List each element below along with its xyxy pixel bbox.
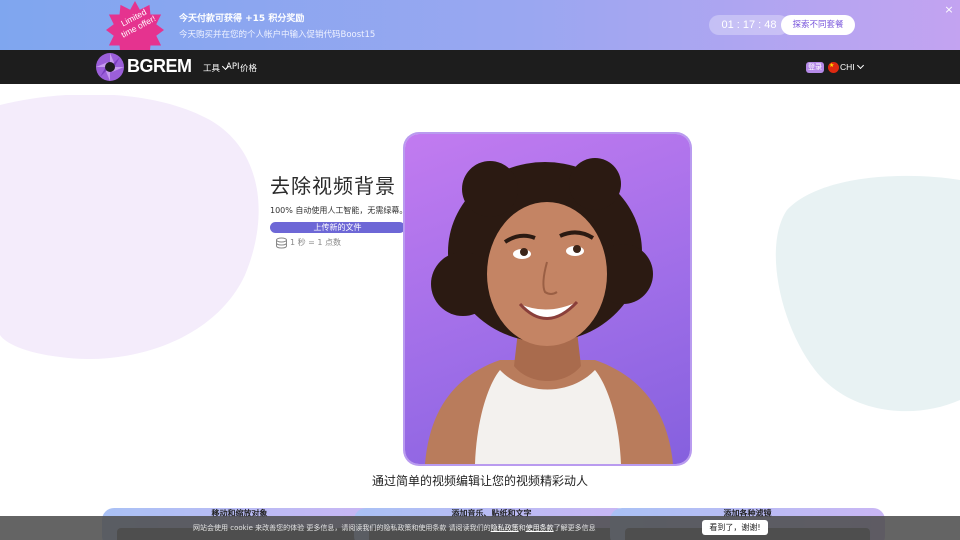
promo-subtitle: 今天购买并在您的个人帐户中输入促销代码Boost15 bbox=[179, 30, 376, 40]
upload-file-button[interactable]: 上传新的文件 bbox=[270, 222, 405, 233]
close-icon[interactable]: × bbox=[942, 3, 956, 17]
logo-text[interactable]: BGREM bbox=[127, 56, 192, 77]
nav-tools-menu[interactable]: 工具 bbox=[203, 62, 230, 74]
cookie-consent-text: 网站会使用 cookie 来改善您的体验 更多信息，请阅读我们的隐私政策和使用条… bbox=[193, 524, 596, 532]
nav-pricing-link[interactable]: 价格 bbox=[240, 62, 257, 74]
language-label: CHI bbox=[840, 62, 855, 72]
credits-info: 1 秒 = 1 点数 bbox=[290, 238, 342, 247]
page-title: 去除视频背景 bbox=[270, 174, 396, 198]
nav-api-link[interactable]: API bbox=[226, 62, 239, 72]
promo-title: 今天付款可获得 +15 积分奖励 bbox=[179, 14, 305, 24]
aperture-logo-icon[interactable] bbox=[95, 52, 125, 82]
nav-tools-label: 工具 bbox=[203, 64, 221, 74]
login-button[interactable]: 登录 bbox=[806, 62, 824, 73]
cookie-accept-button[interactable]: 看到了，谢谢! bbox=[702, 520, 768, 535]
chevron-down-icon bbox=[856, 61, 864, 70]
section-headline: 通过简单的视频编辑让您的视频精彩动人 bbox=[371, 474, 588, 488]
terms-of-use-link[interactable]: 使用条款 bbox=[526, 524, 554, 532]
sample-video-preview[interactable] bbox=[405, 134, 690, 464]
coins-icon bbox=[276, 237, 287, 249]
privacy-policy-link[interactable]: 隐私政策 bbox=[491, 524, 519, 532]
language-selector[interactable]: CHI bbox=[840, 61, 864, 72]
right-decorative-blob bbox=[775, 175, 960, 412]
smiling-woman-image bbox=[425, 158, 673, 464]
promo-banner: Limited time offer! 今天付款可获得 +15 积分奖励 今天购… bbox=[0, 0, 960, 59]
cookie-consent-bar: 网站会使用 cookie 来改善您的体验 更多信息，请阅读我们的隐私政策和使用条… bbox=[0, 516, 960, 540]
explore-plans-button[interactable]: 探索不同套餐 bbox=[781, 15, 855, 35]
left-decorative-blob bbox=[0, 95, 259, 360]
china-flag-icon[interactable]: ★ bbox=[828, 62, 839, 73]
navbar: BGREM 工具 API 价格 登录 ★ CHI bbox=[0, 50, 960, 84]
countdown-timer: 01 : 17 : 48 bbox=[709, 15, 789, 35]
hero-subtitle: 100% 自动使用人工智能，无需绿幕。 bbox=[270, 206, 408, 215]
